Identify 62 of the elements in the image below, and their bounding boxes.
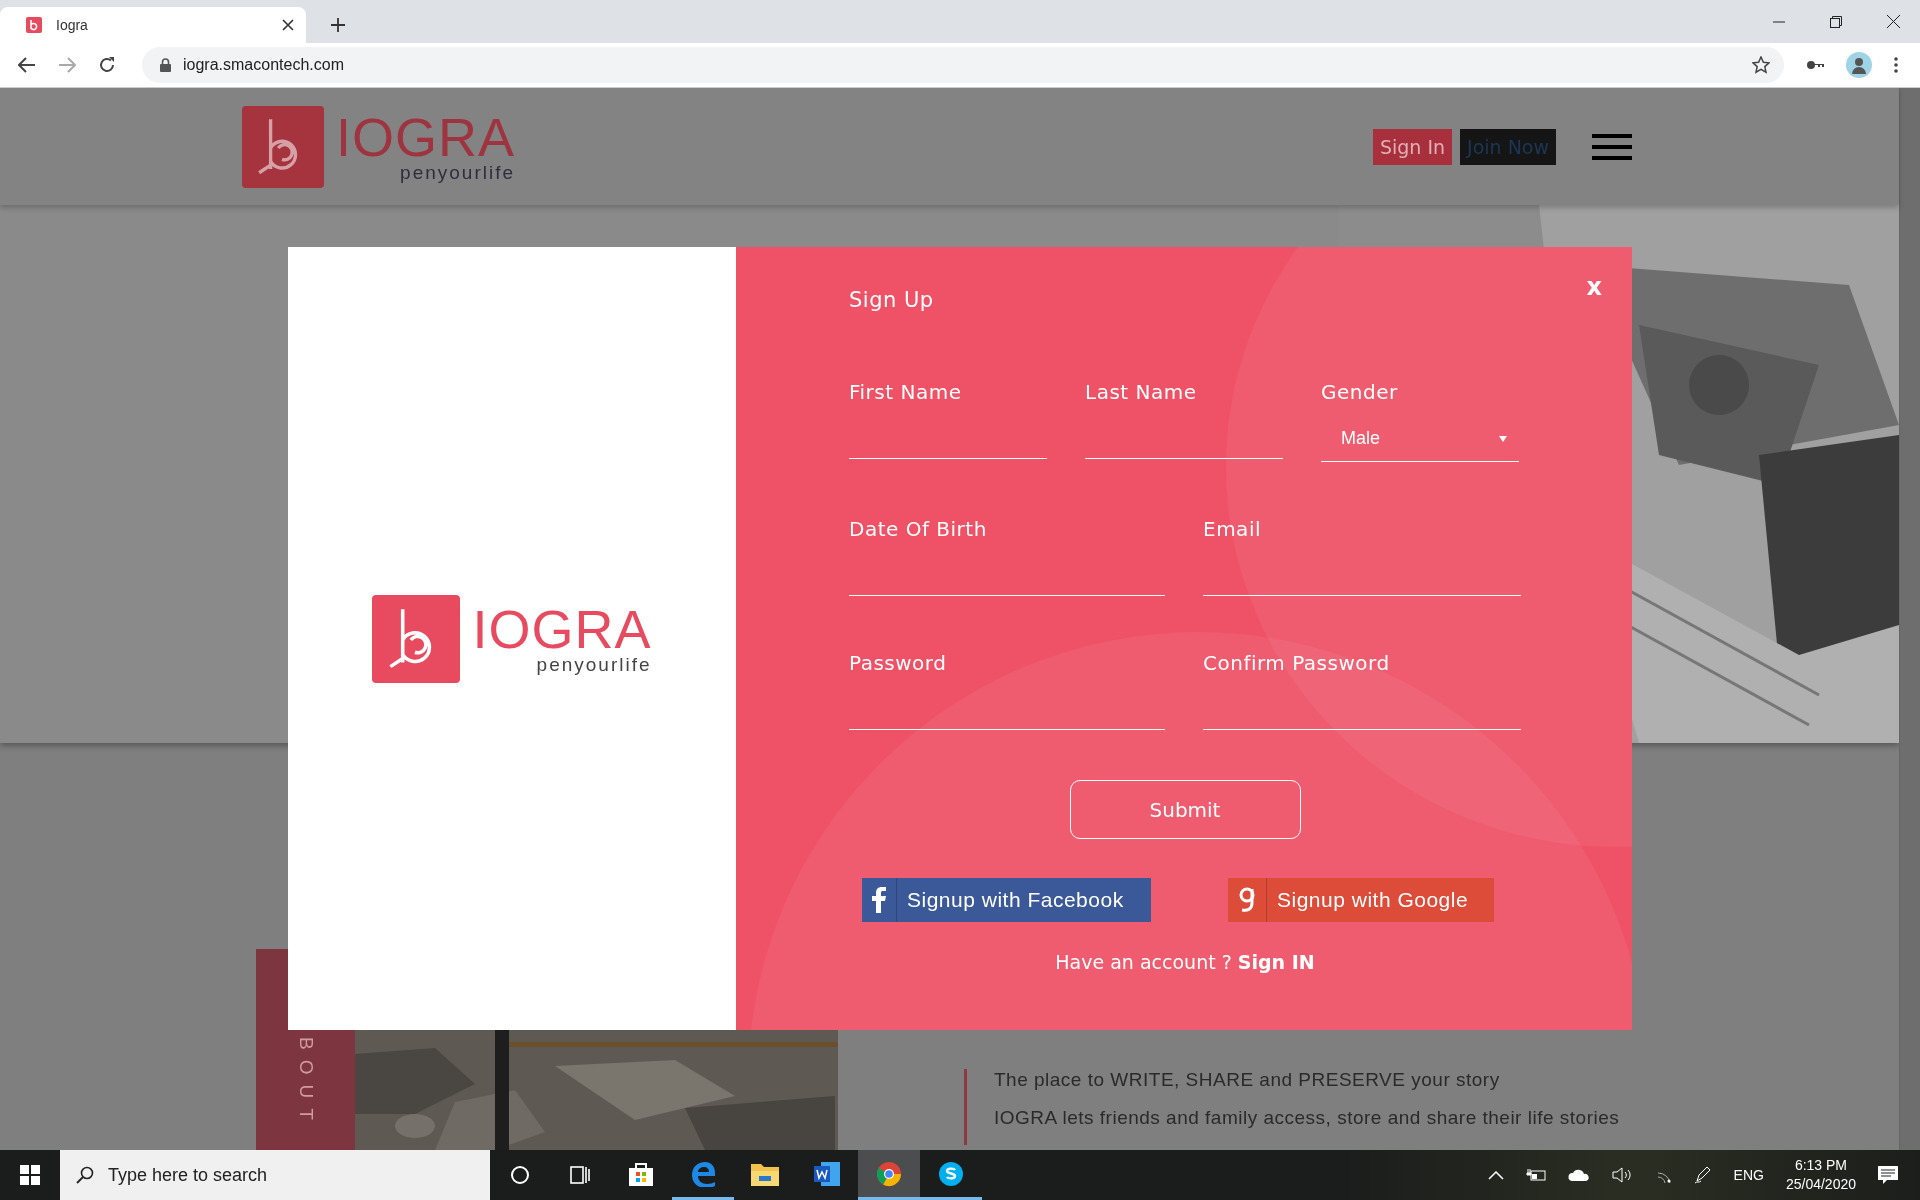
pen-icon[interactable] <box>1693 1166 1712 1184</box>
restore-icon[interactable] <box>1830 15 1842 28</box>
field-label: Password <box>849 651 947 675</box>
browser-tab[interactable]: Iogra <box>0 7 306 43</box>
back-icon[interactable] <box>18 56 36 74</box>
skype-icon <box>938 1160 964 1187</box>
reload-icon[interactable] <box>98 56 116 74</box>
task-view-icon[interactable] <box>570 1166 590 1184</box>
tab-title: Iogra <box>56 17 89 33</box>
cloud-icon[interactable] <box>1567 1169 1590 1181</box>
address-bar[interactable]: iogra.smacontech.com <box>142 47 1784 83</box>
section-label: BOUT <box>294 1037 317 1130</box>
search-icon <box>76 1166 94 1184</box>
field-label: Confirm Password <box>1203 651 1390 675</box>
clock-date[interactable]: 25/04/2020 <box>1785 1175 1856 1194</box>
shopping-bag-icon <box>628 1160 654 1187</box>
logo-name: IOGRA <box>472 602 652 655</box>
field-label: First Name <box>849 380 962 404</box>
star-icon[interactable] <box>1752 56 1770 74</box>
logo-icon <box>372 594 461 683</box>
scrollbar[interactable] <box>1899 88 1920 1150</box>
document-icon <box>813 1160 841 1187</box>
logo-icon <box>26 17 42 33</box>
facebook-signup-button[interactable]: Signup with Facebook <box>862 878 1151 922</box>
dialog-title: Sign Up <box>849 287 934 313</box>
logo-icon <box>242 105 324 188</box>
caret-icon <box>1499 435 1507 442</box>
battery-icon[interactable] <box>1525 1169 1546 1181</box>
logo-name: IOGRA <box>336 110 516 163</box>
close-icon[interactable] <box>1887 15 1900 28</box>
google-signup-button[interactable]: Signup with Google <box>1228 878 1494 922</box>
field-label: Gender <box>1321 380 1398 404</box>
lock-icon <box>160 58 171 72</box>
search-field[interactable]: Type here to search <box>60 1150 490 1200</box>
circle-icon[interactable] <box>510 1165 530 1185</box>
field-label: Last Name <box>1085 380 1197 404</box>
folder-icon <box>751 1161 779 1186</box>
google-icon <box>1238 887 1256 913</box>
speaker-icon[interactable] <box>1611 1167 1634 1183</box>
url-text: iogra.smacontech.com <box>183 56 345 74</box>
key-icon[interactable] <box>1806 60 1824 70</box>
chrome-icon <box>876 1160 902 1187</box>
plus-icon[interactable] <box>330 17 346 33</box>
windows-icon[interactable] <box>20 1165 40 1185</box>
paragraph: The place to WRITE, SHARE and PRESERVE your story <box>994 1069 1501 1091</box>
field-label: Email <box>1203 517 1261 541</box>
chevron-up-icon[interactable] <box>1487 1170 1504 1180</box>
paragraph: IOGRA lets friends and family access, store and share their life stories <box>994 1107 1620 1129</box>
menu-icon[interactable] <box>1894 57 1898 73</box>
logo-tagline: penyourlife <box>536 654 652 675</box>
clock-time[interactable]: 6:13 PM <box>1794 1156 1848 1175</box>
account-prompt: Have an account ? <box>1055 951 1232 973</box>
menu-icon[interactable] <box>1592 133 1632 160</box>
sign-in-button[interactable]: Sign In <box>1372 128 1453 165</box>
language-indicator[interactable]: ENG <box>1733 1167 1764 1183</box>
avatar-icon[interactable] <box>1846 52 1872 78</box>
close-icon[interactable] <box>282 19 294 31</box>
field-label: Date Of Birth <box>849 517 987 541</box>
facebook-icon <box>872 887 886 913</box>
logo-tagline: penyourlife <box>400 162 516 183</box>
notification-icon[interactable] <box>1878 1166 1898 1184</box>
edge-icon <box>690 1160 716 1187</box>
